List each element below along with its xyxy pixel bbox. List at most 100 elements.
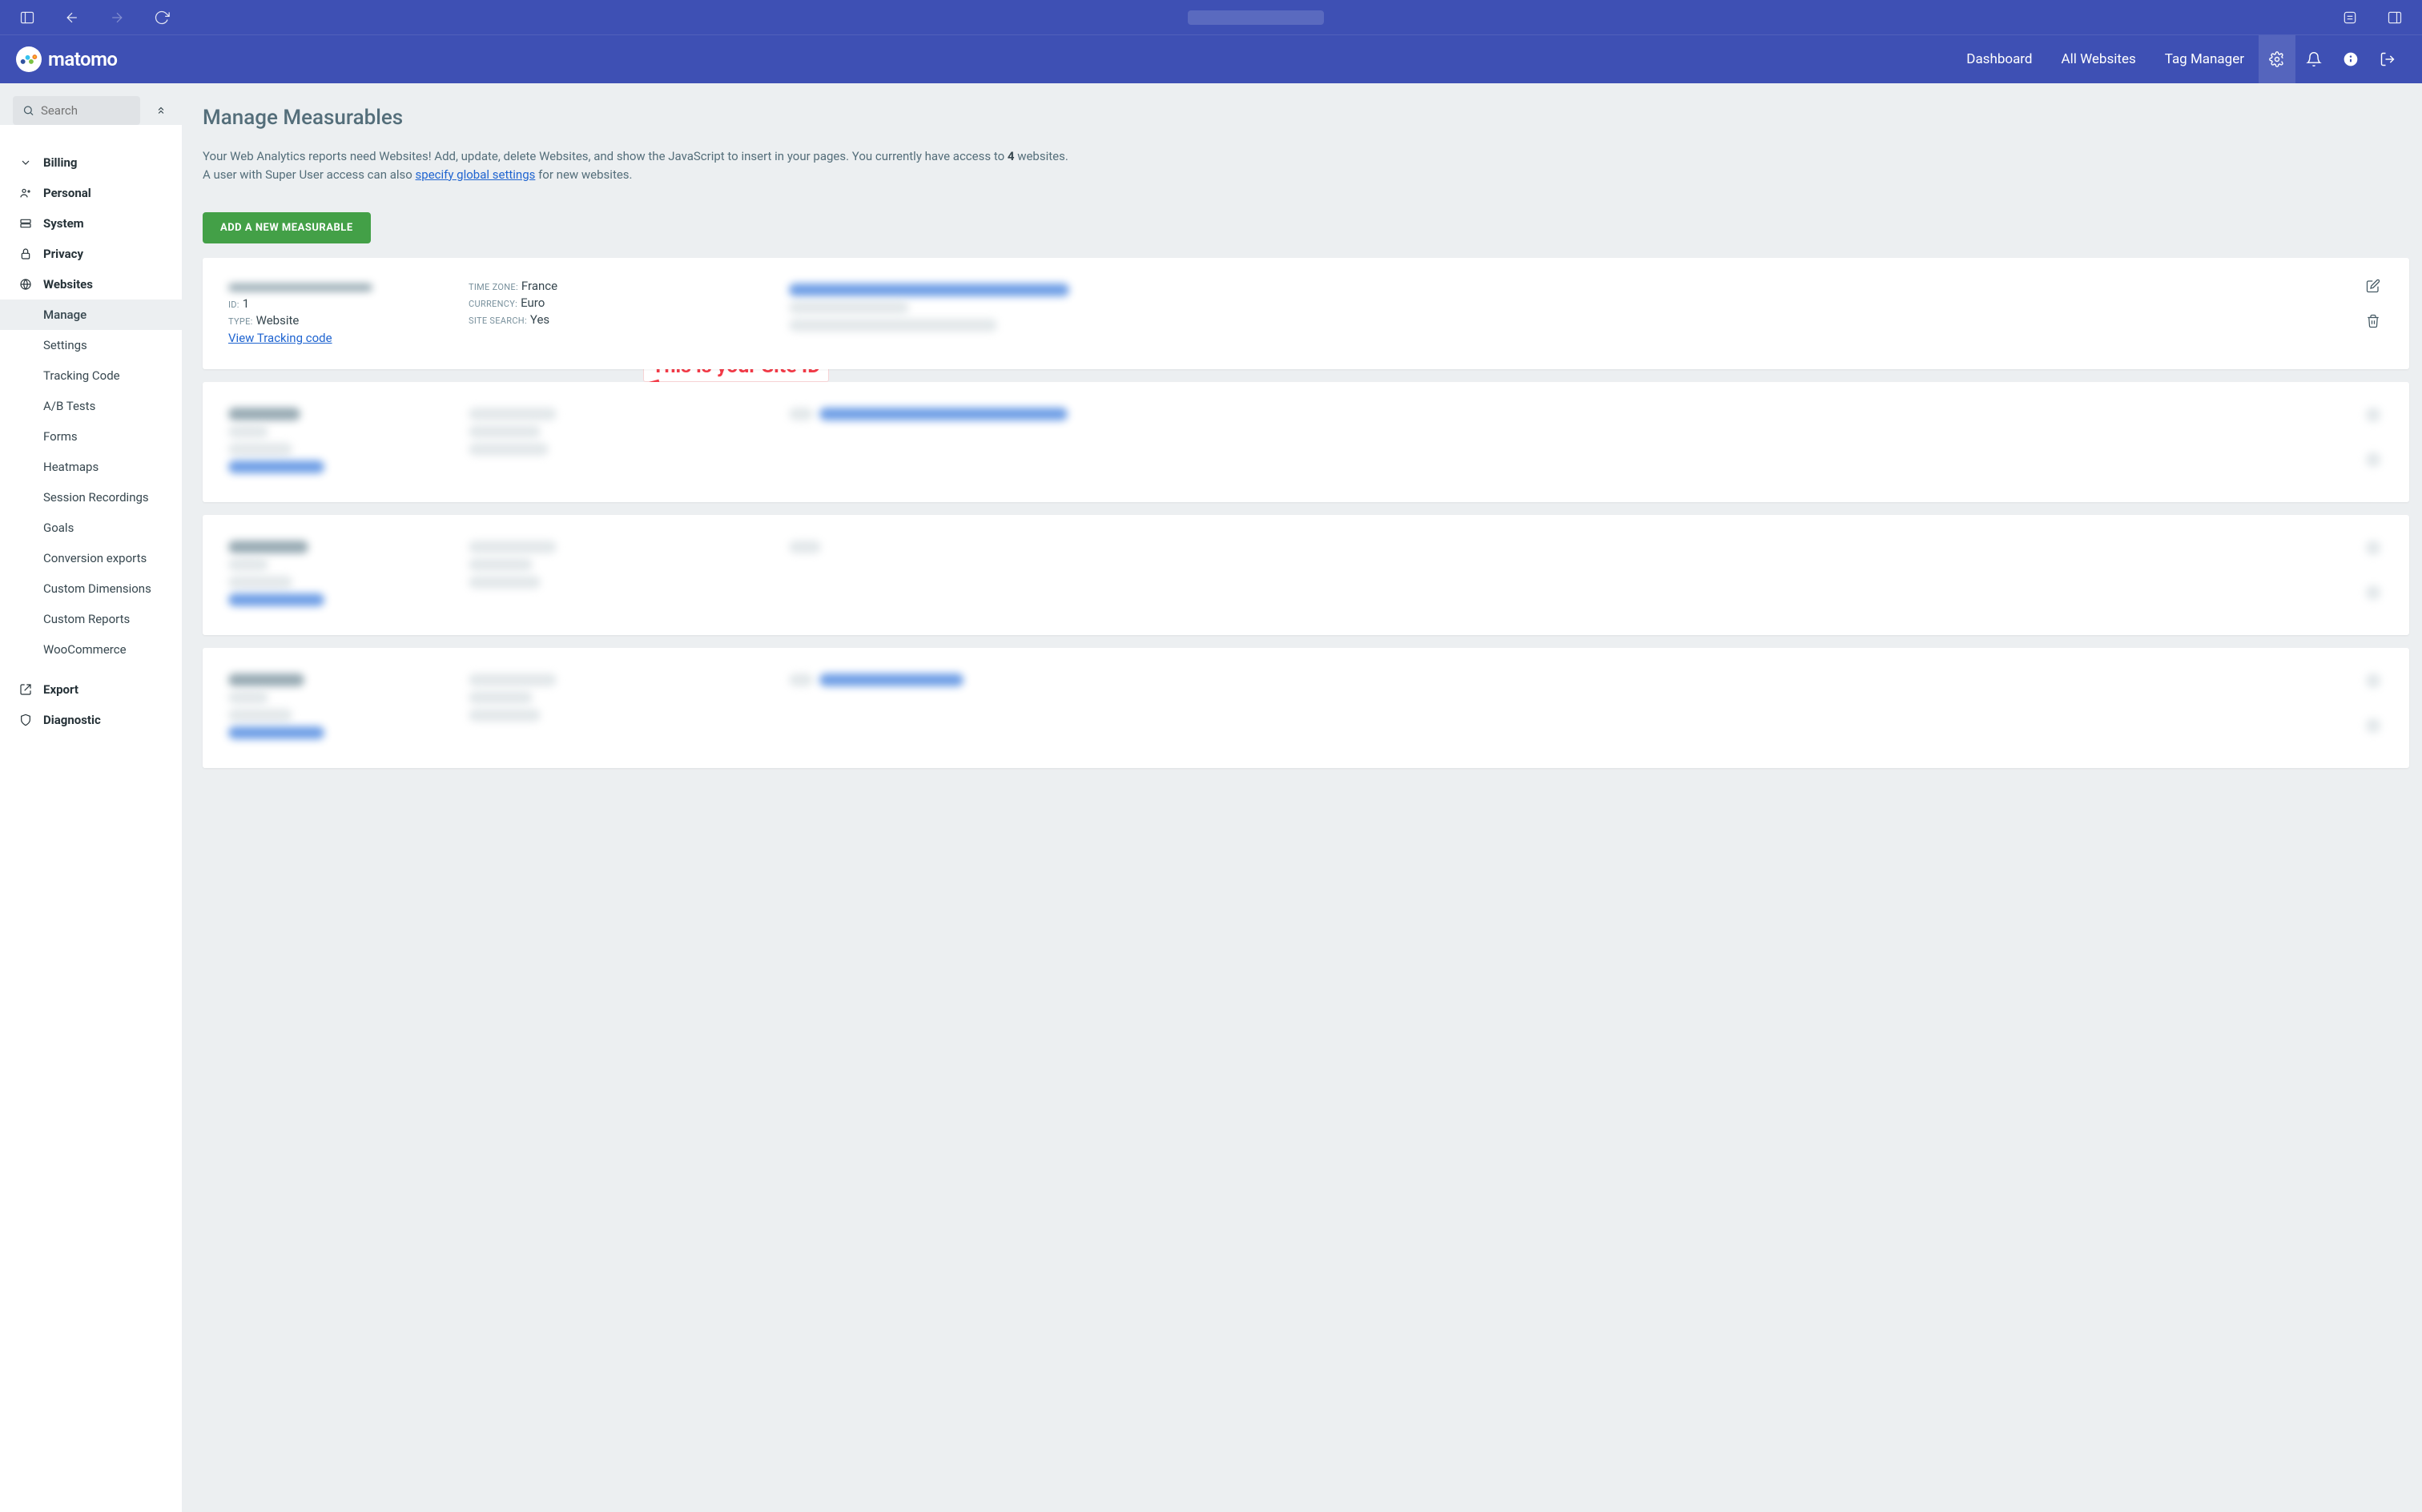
redacted-title bbox=[228, 284, 372, 292]
sidebar-sub-manage[interactable]: Manage bbox=[0, 300, 182, 330]
sidebar-item-label: Personal bbox=[43, 186, 91, 200]
measurable-card: ID:1 TYPE:Website View Tracking code TIM… bbox=[203, 258, 2409, 369]
sidebar-sub-settings[interactable]: Settings bbox=[0, 330, 182, 360]
redacted bbox=[228, 709, 292, 722]
sidebar-billing[interactable]: Billing bbox=[0, 147, 182, 178]
page-title: Manage Measurables bbox=[203, 106, 2409, 130]
notifications-button[interactable] bbox=[2295, 35, 2332, 83]
sidebar-personal[interactable]: Personal bbox=[0, 178, 182, 208]
redacted bbox=[469, 443, 549, 456]
sitesearch-label: SITE SEARCH: bbox=[469, 316, 527, 326]
logo-mark-icon bbox=[16, 46, 42, 72]
redacted-url bbox=[789, 284, 1069, 296]
measurable-card-blurred bbox=[203, 515, 2409, 635]
view-tracking-code-link[interactable]: View Tracking code bbox=[228, 331, 332, 345]
type-label: TYPE: bbox=[228, 316, 253, 327]
sitesearch-value: Yes bbox=[530, 312, 549, 327]
redacted bbox=[228, 726, 324, 739]
tabs-icon[interactable] bbox=[2387, 10, 2403, 26]
redacted bbox=[228, 674, 304, 686]
top-nav: Dashboard All Websites Tag Manager bbox=[1952, 35, 2406, 83]
sidebar-sub-custom-dimensions[interactable]: Custom Dimensions bbox=[0, 573, 182, 604]
server-icon bbox=[19, 217, 32, 230]
reload-icon[interactable] bbox=[154, 10, 170, 26]
lock-icon bbox=[19, 247, 32, 260]
redacted bbox=[228, 593, 324, 606]
redacted bbox=[228, 460, 324, 473]
type-value: Website bbox=[256, 313, 300, 328]
redacted bbox=[228, 691, 268, 704]
sidebar-item-label: System bbox=[43, 216, 84, 231]
redacted bbox=[228, 408, 300, 420]
search-icon bbox=[22, 103, 34, 118]
measurable-card-blurred bbox=[203, 648, 2409, 768]
sidebar-export[interactable]: Export bbox=[0, 674, 182, 705]
info-button[interactable] bbox=[2332, 35, 2369, 83]
sidebar-system[interactable]: System bbox=[0, 208, 182, 239]
intro-part: Your Web Analytics reports need Websites… bbox=[203, 149, 1008, 163]
add-measurable-button[interactable]: ADD A NEW MEASURABLE bbox=[203, 212, 371, 243]
currency-label: CURRENCY: bbox=[469, 299, 517, 309]
share-icon[interactable] bbox=[2342, 10, 2358, 26]
back-icon[interactable] bbox=[64, 10, 80, 26]
redacted bbox=[469, 541, 557, 553]
edit-icon[interactable] bbox=[2366, 279, 2380, 293]
redacted bbox=[469, 576, 541, 589]
sidebar-sub-woocommerce[interactable]: WooCommerce bbox=[0, 634, 182, 665]
nav-tag-manager[interactable]: Tag Manager bbox=[2150, 35, 2259, 83]
redacted-text bbox=[789, 319, 997, 332]
id-value: 1 bbox=[243, 296, 249, 311]
redacted bbox=[2366, 541, 2380, 555]
forward-icon bbox=[109, 10, 125, 26]
sidebar-sub-session-recordings[interactable]: Session Recordings bbox=[0, 482, 182, 513]
redacted-text bbox=[789, 301, 909, 314]
redacted bbox=[2366, 718, 2380, 733]
sidebar: Billing Personal System Privacy Websites bbox=[0, 83, 182, 1512]
sidebar-websites[interactable]: Websites bbox=[0, 269, 182, 300]
nav-dashboard[interactable]: Dashboard bbox=[1952, 35, 2046, 83]
currency-value: Euro bbox=[521, 296, 545, 310]
sidebar-sub-tracking-code[interactable]: Tracking Code bbox=[0, 360, 182, 391]
measurable-card-blurred bbox=[203, 382, 2409, 502]
collapse-sidebar-button[interactable] bbox=[153, 103, 169, 119]
sidebar-search[interactable] bbox=[13, 96, 140, 125]
sidebar-sub-forms[interactable]: Forms bbox=[0, 421, 182, 452]
sidebar-item-label: Diagnostic bbox=[43, 713, 101, 727]
delete-icon[interactable] bbox=[2366, 314, 2380, 328]
search-input[interactable] bbox=[41, 103, 131, 118]
redacted bbox=[228, 558, 268, 571]
sidebar-sub-heatmaps[interactable]: Heatmaps bbox=[0, 452, 182, 482]
app-header: matomo Dashboard All Websites Tag Manage… bbox=[0, 35, 2422, 83]
redacted bbox=[819, 674, 964, 686]
nav-all-websites[interactable]: All Websites bbox=[2047, 35, 2150, 83]
id-label: ID: bbox=[228, 300, 239, 310]
redacted bbox=[469, 408, 557, 420]
intro-part: for new websites. bbox=[535, 167, 632, 182]
sidebar-toggle-icon[interactable] bbox=[19, 10, 35, 26]
redacted bbox=[228, 425, 268, 438]
redacted bbox=[789, 674, 813, 686]
sidebar-sub-custom-reports[interactable]: Custom Reports bbox=[0, 604, 182, 634]
main-content: Manage Measurables Your Web Analytics re… bbox=[182, 83, 2422, 1512]
logout-button[interactable] bbox=[2369, 35, 2406, 83]
sidebar-item-label: Websites bbox=[43, 277, 93, 292]
redacted bbox=[2366, 674, 2380, 688]
redacted bbox=[2366, 408, 2380, 422]
sidebar-sub-goals[interactable]: Goals bbox=[0, 513, 182, 543]
sidebar-sub-conversion-exports[interactable]: Conversion exports bbox=[0, 543, 182, 573]
person-icon bbox=[19, 187, 32, 199]
address-bar[interactable] bbox=[1188, 10, 1324, 25]
shield-icon bbox=[19, 714, 32, 726]
intro-part: A user with Super User access can also bbox=[203, 167, 416, 182]
brand-logo[interactable]: matomo bbox=[16, 46, 118, 72]
sidebar-privacy[interactable]: Privacy bbox=[0, 239, 182, 269]
brand-name: matomo bbox=[48, 48, 118, 70]
sidebar-sub-ab-tests[interactable]: A/B Tests bbox=[0, 391, 182, 421]
settings-button[interactable] bbox=[2259, 35, 2295, 83]
global-settings-link[interactable]: specify global settings bbox=[416, 167, 536, 182]
redacted bbox=[819, 408, 1068, 420]
sidebar-item-label: Privacy bbox=[43, 247, 83, 261]
redacted bbox=[789, 541, 821, 553]
redacted bbox=[228, 443, 292, 456]
sidebar-diagnostic[interactable]: Diagnostic bbox=[0, 705, 182, 735]
